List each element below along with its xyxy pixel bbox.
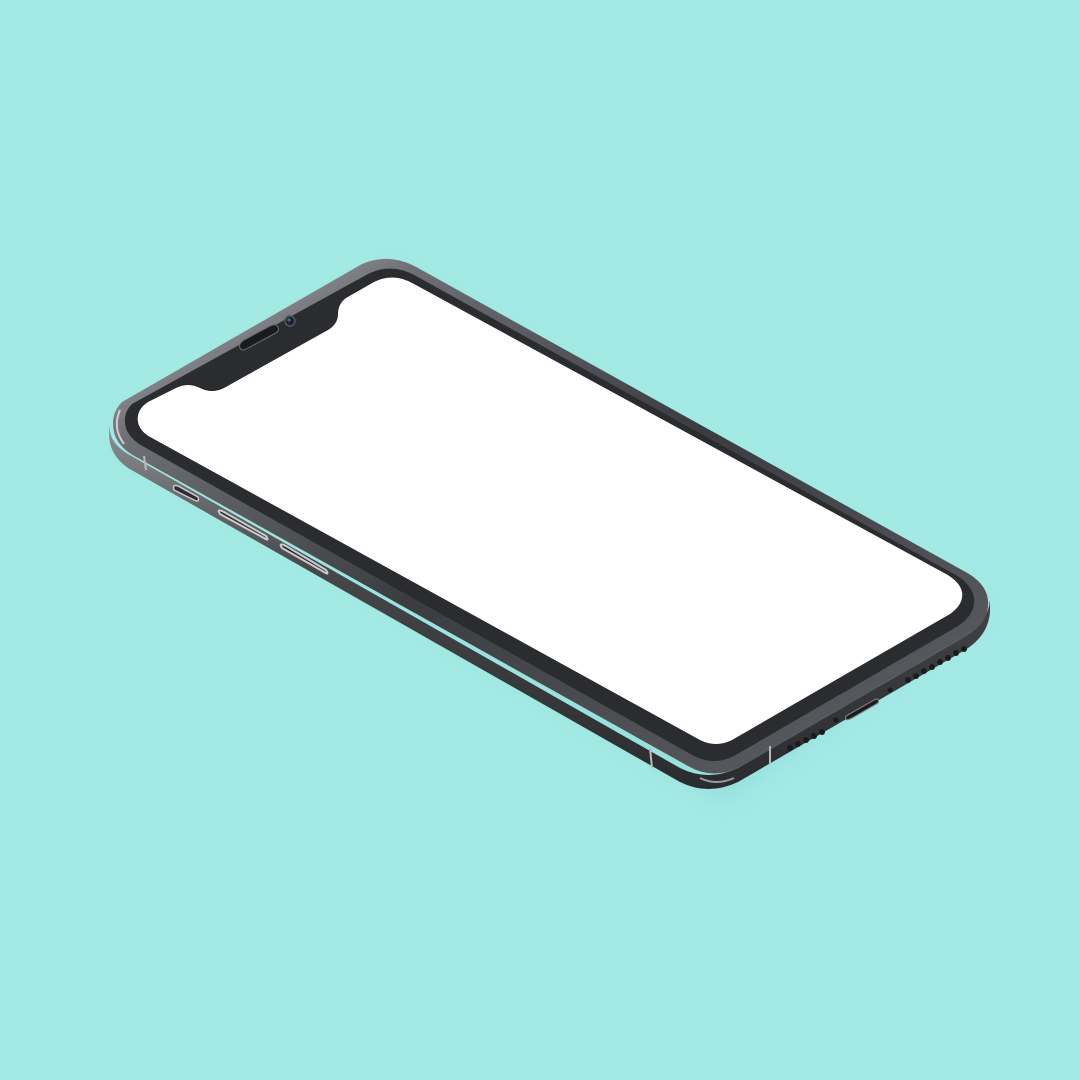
- phone-mockup-scene: [0, 0, 1080, 1080]
- phone-mockup-illustration: [109, 258, 991, 800]
- microphone-icon-2: [887, 687, 893, 693]
- microphone-icon: [833, 717, 839, 723]
- camera-lens-glint: [287, 318, 291, 322]
